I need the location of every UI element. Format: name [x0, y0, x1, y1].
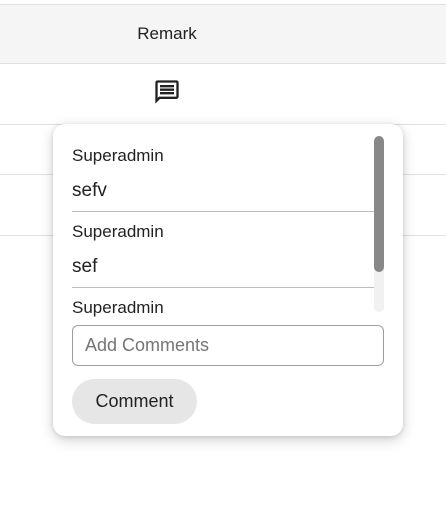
- comment-author: Superadmin: [72, 222, 164, 241]
- comments-popover: Superadmin sefv Superadmin sef Superadmi…: [53, 124, 403, 436]
- comment-text: sefv: [72, 180, 107, 201]
- comment-author: Superadmin: [72, 298, 164, 317]
- comment-submit-button[interactable]: Comment: [72, 379, 197, 424]
- comments-list[interactable]: Superadmin sefv Superadmin sef Superadmi…: [72, 136, 384, 325]
- comment-item: Superadmin sef: [72, 212, 384, 288]
- add-comment-input[interactable]: [72, 325, 384, 366]
- comment-text: sef: [72, 256, 98, 277]
- comments-scrollbar[interactable]: [374, 136, 384, 312]
- comment-icon-glyph: [155, 80, 179, 104]
- page: Remark Superadmin sefv Superadmin sef Su…: [0, 0, 446, 515]
- scrollbar-thumb[interactable]: [374, 136, 384, 272]
- comment-item: Superadmin sefv: [72, 136, 384, 212]
- table-header: Remark: [0, 4, 446, 64]
- comment-author: Superadmin: [72, 146, 164, 165]
- comment-icon[interactable]: [151, 76, 183, 108]
- table-row: [0, 64, 446, 125]
- column-header-remark: Remark: [137, 24, 197, 43]
- comment-item: Superadmin: [72, 288, 384, 325]
